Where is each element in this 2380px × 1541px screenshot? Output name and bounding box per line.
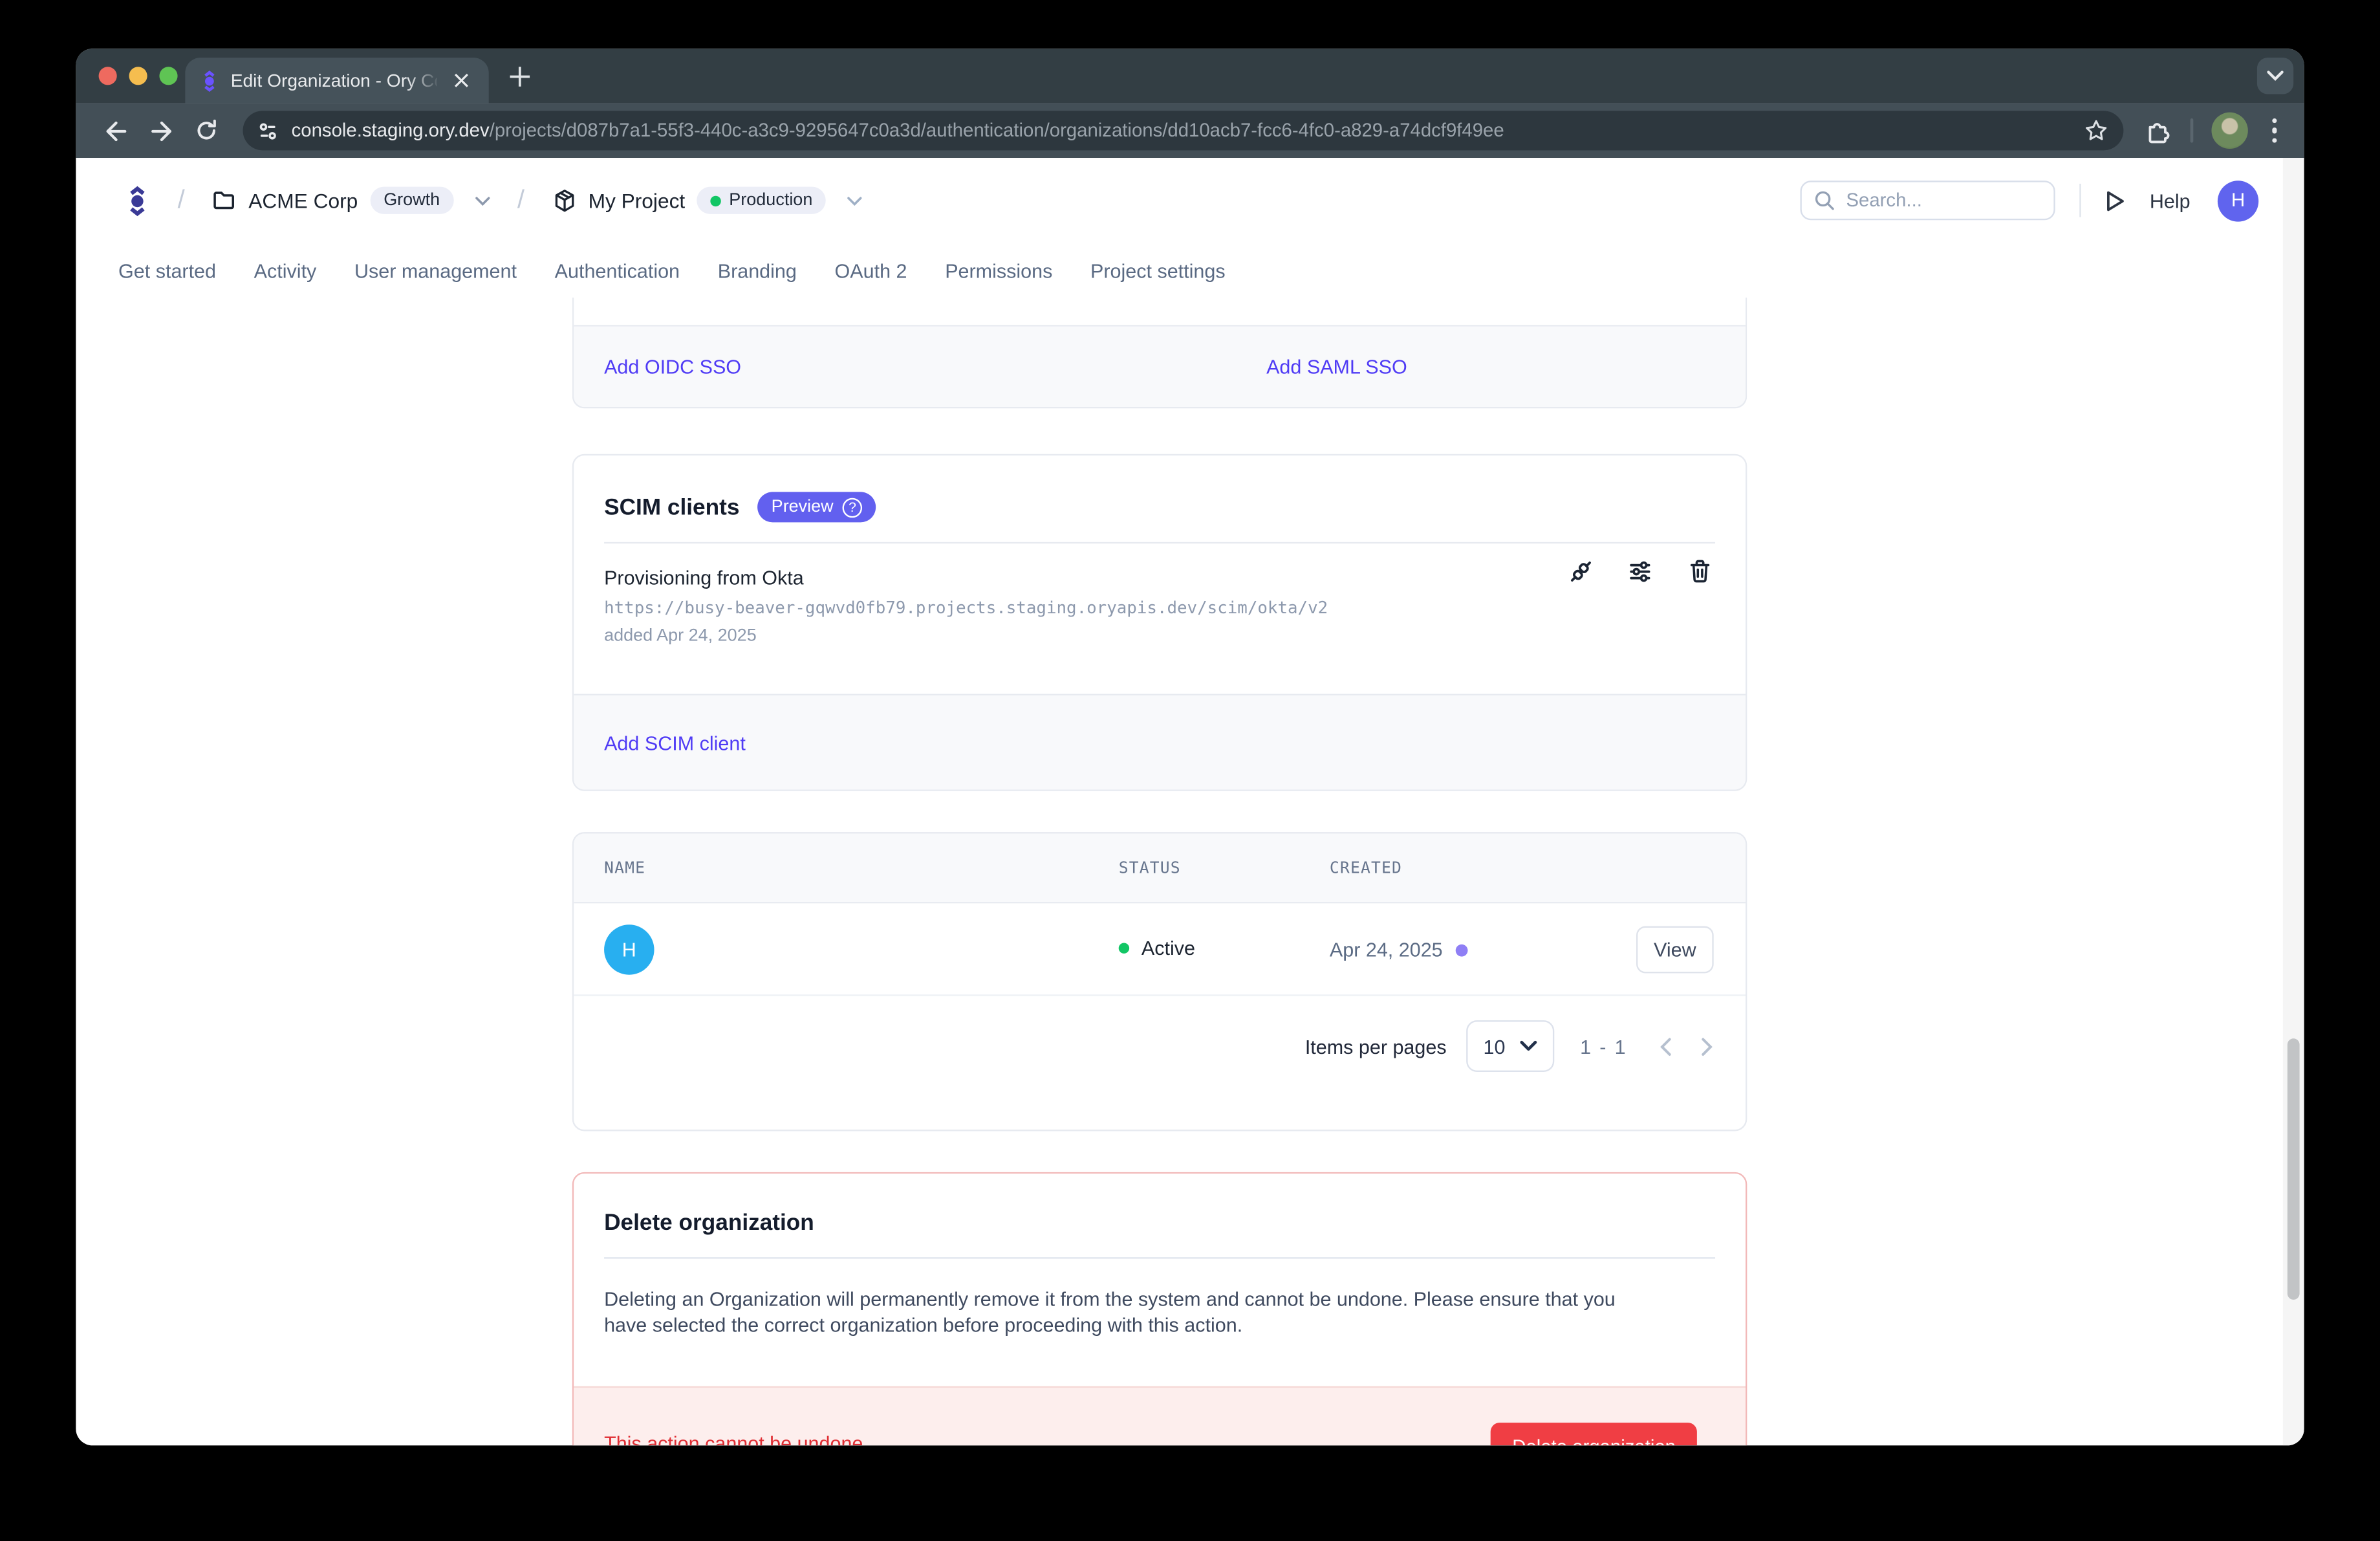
pagination-range: 1 - 1 xyxy=(1580,1034,1627,1057)
nav-item-permissions[interactable]: Permissions xyxy=(945,259,1052,281)
nav-item-oauth2[interactable]: OAuth 2 xyxy=(835,259,907,281)
scim-client-url: https://busy-beaver-gqwvd0fb79.projects.… xyxy=(604,598,1715,618)
workspace-name: ACME Corp xyxy=(248,189,358,212)
ory-favicon-icon xyxy=(200,69,219,92)
table-header: NAME STATUS CREATED xyxy=(574,833,1746,903)
environment-badge: Production xyxy=(697,187,826,214)
environment-status-dot xyxy=(711,195,721,206)
tab-close-icon[interactable] xyxy=(449,69,474,93)
forward-icon[interactable] xyxy=(143,113,179,149)
status-dot xyxy=(1119,943,1129,953)
extensions-icon[interactable] xyxy=(2144,117,2171,144)
console-nav: Get started Activity User management Aut… xyxy=(76,243,2304,298)
page-scrollbar[interactable] xyxy=(2283,158,2304,1445)
add-saml-sso-link[interactable]: Add SAML SSO xyxy=(1266,355,1407,378)
project-selector[interactable]: My Project Production xyxy=(552,187,863,214)
user-avatar[interactable]: H xyxy=(2218,180,2258,221)
add-oidc-sso-link[interactable]: Add OIDC SSO xyxy=(604,355,741,378)
window-controls xyxy=(99,67,178,85)
search-icon xyxy=(1814,190,1835,211)
scim-clients-title: SCIM clients xyxy=(604,494,739,520)
chevron-down-icon xyxy=(475,195,490,206)
scim-clients-card: SCIM clients Preview? Provisioning from … xyxy=(572,454,1747,791)
new-tab-button[interactable] xyxy=(507,64,533,90)
url-bar[interactable]: console.staging.ory.dev/projects/d087b7a… xyxy=(243,111,2123,150)
minimize-window-button[interactable] xyxy=(129,67,147,85)
nav-item-activity[interactable]: Activity xyxy=(254,259,317,281)
ory-logo-icon[interactable] xyxy=(124,184,150,216)
maximize-window-button[interactable] xyxy=(159,67,177,85)
previous-page-icon[interactable] xyxy=(1659,1036,1672,1056)
pagination: Items per pages 10 1 - 1 xyxy=(1305,1020,1714,1072)
nav-item-user-management[interactable]: User management xyxy=(354,259,517,281)
delete-organization-description: Deleting an Organization will permanentl… xyxy=(574,1259,1672,1338)
url-text: console.staging.ory.dev/projects/d087b7a… xyxy=(292,120,2072,141)
delete-organization-button[interactable]: Delete organization xyxy=(1491,1423,1697,1445)
browser-profile-avatar[interactable] xyxy=(2211,113,2247,149)
table-row[interactable]: H Active Apr 24, 2025 View xyxy=(574,903,1746,996)
status-cell: Active xyxy=(1119,937,1195,959)
console-header: / ACME Corp Growth / My Projec xyxy=(76,158,2304,243)
help-circle-icon: ? xyxy=(843,497,863,518)
scrollbar-thumb[interactable] xyxy=(2288,1038,2300,1300)
close-window-button[interactable] xyxy=(99,67,117,85)
screenshot-stage: Edit Organization - Ory Conso xyxy=(0,0,2380,1541)
back-icon[interactable] xyxy=(97,113,133,149)
workspace-selector[interactable]: ACME Corp Growth xyxy=(212,187,490,214)
folder-icon xyxy=(212,190,237,211)
scim-client-row: Provisioning from Okta https://busy-beav… xyxy=(574,543,1746,645)
breadcrumb-separator: / xyxy=(178,185,185,215)
chevron-down-icon xyxy=(1519,1040,1537,1053)
workspace-plan-badge: Growth xyxy=(370,187,453,214)
browser-menu-icon[interactable] xyxy=(2266,118,2283,143)
search-input[interactable] xyxy=(1846,190,2042,211)
nav-item-get-started[interactable]: Get started xyxy=(118,259,216,281)
connection-test-icon[interactable] xyxy=(1568,559,1594,585)
reload-icon[interactable] xyxy=(188,113,224,149)
chevron-down-icon xyxy=(847,195,862,206)
search-box[interactable] xyxy=(1801,180,2055,220)
nav-item-authentication[interactable]: Authentication xyxy=(555,259,680,281)
bookmark-star-icon[interactable] xyxy=(2083,118,2108,143)
tab-search-button[interactable] xyxy=(2257,58,2293,94)
created-indicator-dot xyxy=(1456,944,1469,956)
items-per-page-label: Items per pages xyxy=(1305,1034,1447,1057)
project-name: My Project xyxy=(589,189,686,212)
help-link[interactable]: Help xyxy=(2150,189,2191,212)
column-created: CREATED xyxy=(1330,859,1402,877)
danger-warning-text: This action cannot be undone. xyxy=(604,1432,869,1445)
created-cell: Apr 24, 2025 xyxy=(1330,938,1469,961)
run-tutorial-icon[interactable] xyxy=(2106,189,2126,212)
nav-item-project-settings[interactable]: Project settings xyxy=(1090,259,1226,281)
preview-badge[interactable]: Preview? xyxy=(758,492,876,522)
items-per-page-select[interactable]: 10 xyxy=(1466,1020,1554,1072)
browser-window: Edit Organization - Ory Conso xyxy=(76,49,2304,1445)
browser-toolbar: console.staging.ory.dev/projects/d087b7a… xyxy=(76,104,2304,158)
organizations-table-card: NAME STATUS CREATED H Active Apr 24, 202… xyxy=(572,832,1747,1131)
page-content: / ACME Corp Growth / My Projec xyxy=(76,158,2304,1445)
site-settings-icon[interactable] xyxy=(257,119,279,142)
trash-icon[interactable] xyxy=(1686,559,1712,585)
scim-client-added-date: added Apr 24, 2025 xyxy=(604,627,1715,645)
browser-tab[interactable]: Edit Organization - Ory Conso xyxy=(185,58,488,103)
organization-avatar: H xyxy=(604,924,654,974)
nav-item-branding[interactable]: Branding xyxy=(718,259,797,281)
delete-organization-card: Delete organization Deleting an Organiza… xyxy=(572,1172,1747,1445)
browser-tab-strip: Edit Organization - Ory Conso xyxy=(76,49,2304,103)
view-button[interactable]: View xyxy=(1636,926,1714,974)
sso-card: Add OIDC SSO Add SAML SSO xyxy=(572,298,1747,408)
scim-client-name: Provisioning from Okta xyxy=(604,566,1715,589)
add-scim-client-link[interactable]: Add SCIM client xyxy=(604,731,746,754)
next-page-icon[interactable] xyxy=(1700,1036,1714,1056)
breadcrumb-separator: / xyxy=(517,185,525,215)
package-icon xyxy=(552,188,576,213)
url-path: /projects/d087b7a1-55f3-440c-a3c9-929564… xyxy=(490,120,1504,141)
url-host: console.staging.ory.dev xyxy=(292,120,490,141)
column-status: STATUS xyxy=(1119,859,1181,877)
delete-organization-title: Delete organization xyxy=(574,1174,1746,1236)
column-name: NAME xyxy=(604,859,645,877)
settings-sliders-icon[interactable] xyxy=(1627,559,1653,585)
